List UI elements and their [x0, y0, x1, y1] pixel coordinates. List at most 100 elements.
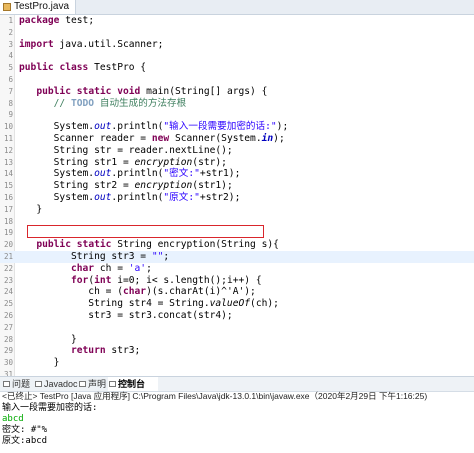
- console-panel: 问题 Javadoc 声明 控制台 <已终止> TestPro [Java 应用…: [0, 376, 474, 453]
- declaration-icon: [79, 381, 86, 387]
- line-number: 29: [3, 346, 13, 356]
- code-line[interactable]: 9: [0, 109, 474, 121]
- line-number: 28: [3, 334, 13, 344]
- code-text: String str = reader.nextLine();: [19, 144, 233, 156]
- console-tab-bar: 问题 Javadoc 声明 控制台: [0, 377, 474, 392]
- code-text: String str3 = "";: [19, 251, 170, 262]
- code-line[interactable]: 10 System.out.println("输入一段需要加密的话:");: [0, 121, 474, 133]
- line-number: 2: [8, 27, 13, 37]
- code-line[interactable]: 13 String str1 = encryption(str);: [0, 157, 474, 169]
- code-line[interactable]: 24 ch = (char)(s.charAt(i)^'A');: [0, 286, 474, 298]
- editor-tab-testpro[interactable]: TestPro.java: [0, 0, 77, 14]
- code-text: String str1 = encryption(str);: [19, 156, 227, 168]
- line-number: 13: [3, 157, 13, 167]
- console-output-line-1: 输入一段需要加密的话:: [2, 403, 98, 413]
- tab-problems-label: 问题: [12, 379, 31, 389]
- line-number: 3: [8, 39, 13, 49]
- code-line[interactable]: 5 public class TestPro {: [0, 62, 474, 74]
- console-title: <已终止> TestPro [Java 应用程序] C:\Program Fil…: [2, 391, 428, 401]
- line-number: 9: [8, 110, 13, 120]
- problems-icon: [3, 381, 10, 387]
- code-line[interactable]: 3 import java.util.Scanner;: [0, 39, 474, 51]
- code-text: System.out.println("输入一段需要加密的话:");: [19, 121, 289, 133]
- selected-line-highlight-box: [27, 225, 264, 238]
- line-number: 5: [8, 63, 13, 73]
- code-editor[interactable]: 1 package test; 2 3 import java.util.Scanner…: [0, 15, 474, 403]
- line-number: 7: [8, 86, 13, 96]
- tab-declaration-label: 声明: [88, 379, 107, 389]
- code-text: String str2 = encryption(str1);: [19, 180, 233, 192]
- line-number: 16: [3, 193, 13, 202]
- code-line[interactable]: 29 return str3;: [0, 345, 474, 357]
- code-line[interactable]: 4: [0, 50, 474, 62]
- line-number: 1: [8, 16, 13, 25]
- javadoc-icon: [35, 381, 42, 387]
- line-number: 24: [3, 287, 13, 297]
- console-icon: [109, 381, 116, 387]
- line-number: 14: [3, 169, 13, 179]
- tab-javadoc[interactable]: Javadoc: [34, 377, 84, 391]
- line-number: 23: [3, 275, 13, 285]
- code-text: String str4 = String.valueOf(ch);: [19, 298, 279, 310]
- code-text: public class TestPro {: [19, 62, 147, 74]
- code-line[interactable]: 6: [0, 74, 474, 86]
- line-number: 26: [3, 311, 13, 320]
- code-line[interactable]: 26 str3 = str3.concat(str4);: [0, 310, 474, 322]
- line-number: 20: [3, 240, 13, 250]
- code-line[interactable]: 30 }: [0, 357, 474, 369]
- console-output-line-3: 密文: #"%: [2, 425, 48, 435]
- editor-tab-bar: TestPro.java: [0, 0, 474, 15]
- code-text: }: [19, 333, 77, 345]
- code-line[interactable]: 12 String str = reader.nextLine();: [0, 145, 474, 157]
- code-text: System.out.println("原文:"+str2);: [19, 192, 241, 203]
- tab-console[interactable]: 控制台: [108, 377, 158, 391]
- code-text: ch = (char)(s.charAt(i)^'A');: [19, 286, 256, 298]
- line-number: 12: [3, 145, 13, 155]
- line-number: 17: [3, 204, 13, 214]
- code-text: Scanner reader = new Scanner(System.in);: [19, 133, 285, 144]
- code-line[interactable]: 1 package test;: [0, 15, 474, 27]
- line-number: 30: [3, 358, 13, 368]
- line-number: 4: [8, 51, 13, 61]
- code-text: char ch = 'a';: [70, 262, 152, 274]
- console-input-line: abcd: [2, 414, 24, 424]
- tab-console-label: 控制台: [118, 379, 146, 389]
- code-text: public static void main(String[] args) {: [36, 85, 268, 97]
- code-line[interactable]: 22 char ch = 'a';: [0, 263, 474, 275]
- code-text: import java.util.Scanner;: [19, 38, 164, 50]
- line-number: 6: [8, 75, 13, 84]
- code-line[interactable]: 2: [0, 27, 474, 39]
- line-number: 11: [3, 134, 13, 143]
- code-line[interactable]: 15 String str2 = encryption(str1);: [0, 180, 474, 192]
- line-number: 18: [3, 216, 13, 226]
- line-number: 25: [3, 299, 13, 309]
- code-line[interactable]: 20 public static String encryption(Strin…: [0, 239, 474, 251]
- code-text: return str3;: [70, 345, 141, 357]
- code-text: }: [19, 203, 43, 215]
- java-file-icon: [3, 3, 11, 11]
- editor-tab-label: TestPro.java: [14, 1, 70, 12]
- code-text: for(int i=0; i< s.length();i++) {: [70, 274, 262, 286]
- tab-javadoc-label: Javadoc: [44, 379, 78, 389]
- line-number: 22: [3, 263, 13, 273]
- line-number: 8: [8, 98, 13, 108]
- tab-problems[interactable]: 问题: [2, 377, 38, 391]
- line-number: 15: [3, 181, 13, 191]
- code-line[interactable]: 23 for(int i=0; i< s.length();i++) {: [0, 275, 474, 287]
- console-output-line-4: 原文:abcd: [2, 436, 48, 446]
- code-line[interactable]: 14 System.out.println("密文:"+str1);: [0, 168, 474, 180]
- code-line[interactable]: 28 }: [0, 334, 474, 346]
- code-text: // TODO 自动生成的方法存根: [53, 97, 187, 109]
- code-text: str3 = str3.concat(str4);: [19, 310, 233, 321]
- code-line[interactable]: 17 }: [0, 204, 474, 216]
- code-line[interactable]: 27: [0, 322, 474, 334]
- code-text: package test;: [19, 15, 95, 26]
- code-line[interactable]: 16 System.out.println("原文:"+str2);: [0, 192, 474, 204]
- code-line[interactable]: 7 public static void main(String[] args)…: [0, 86, 474, 98]
- code-line[interactable]: 21 String str3 = "";: [0, 251, 474, 263]
- code-text: System.out.println("密文:"+str1);: [19, 168, 241, 180]
- code-line[interactable]: 25 String str4 = String.valueOf(ch);: [0, 298, 474, 310]
- code-line[interactable]: 8 // TODO 自动生成的方法存根: [0, 98, 474, 110]
- code-line[interactable]: 11 Scanner reader = new Scanner(System.i…: [0, 133, 474, 145]
- line-number: 10: [3, 122, 13, 132]
